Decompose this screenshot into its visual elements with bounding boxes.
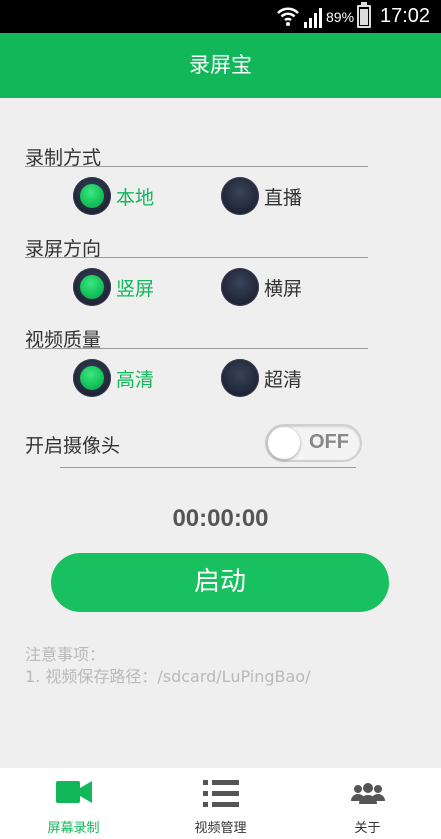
- list-icon: [202, 780, 239, 807]
- radio-label: 本地: [116, 186, 155, 209]
- notes-line: 1. 视频保存路径：/sdcard/LuPingBao/: [25, 667, 311, 686]
- signal-icon: [304, 8, 322, 28]
- divider: [25, 257, 368, 258]
- recording-timer: 00:00:00: [172, 505, 269, 532]
- tab-label: 屏幕录制: [47, 821, 100, 836]
- video-camera-icon: [55, 781, 92, 803]
- battery-percent: 89%: [326, 9, 355, 25]
- start-button[interactable]: 启动: [51, 553, 389, 612]
- radio-landscape[interactable]: 横屏: [221, 268, 302, 306]
- radio-unselected-icon: [221, 177, 259, 215]
- tab-label: 视频管理: [194, 821, 247, 836]
- wifi-icon: [277, 7, 299, 26]
- divider: [25, 166, 368, 167]
- radio-ultra-hd[interactable]: 超清: [221, 359, 302, 397]
- tab-video-manage[interactable]: 视频管理: [147, 768, 294, 839]
- radio-unselected-icon: [221, 359, 259, 397]
- radio-local[interactable]: 本地: [73, 177, 154, 215]
- divider: [60, 467, 356, 468]
- camera-toggle[interactable]: OFF: [265, 424, 362, 462]
- radio-selected-icon: [73, 177, 111, 215]
- tab-screen-record[interactable]: 屏幕录制: [0, 768, 147, 839]
- camera-label: 开启摄像头: [25, 435, 121, 457]
- radio-unselected-icon: [221, 268, 259, 306]
- status-bar: 89% 17:02: [0, 0, 441, 33]
- bottom-tab-bar: 屏幕录制 视频管理 关于: [0, 768, 441, 839]
- app-title: 录屏宝: [0, 33, 441, 98]
- tab-about[interactable]: 关于: [294, 768, 441, 839]
- clock: 17:02: [380, 5, 431, 27]
- divider: [25, 348, 368, 349]
- notes-title: 注意事项：: [25, 645, 106, 664]
- radio-label: 竖屏: [116, 277, 155, 300]
- radio-selected-icon: [73, 359, 111, 397]
- radio-label: 直播: [264, 186, 303, 209]
- battery-icon: [357, 2, 371, 28]
- radio-portrait[interactable]: 竖屏: [73, 268, 154, 306]
- tab-label: 关于: [354, 821, 381, 836]
- radio-label: 高清: [116, 368, 155, 391]
- toggle-knob: [268, 427, 300, 459]
- radio-live[interactable]: 直播: [221, 177, 302, 215]
- radio-hd[interactable]: 高清: [73, 359, 154, 397]
- toggle-state: OFF: [309, 431, 349, 453]
- radio-selected-icon: [73, 268, 111, 306]
- people-icon: [350, 783, 385, 804]
- radio-label: 横屏: [264, 277, 303, 300]
- radio-label: 超清: [264, 368, 303, 391]
